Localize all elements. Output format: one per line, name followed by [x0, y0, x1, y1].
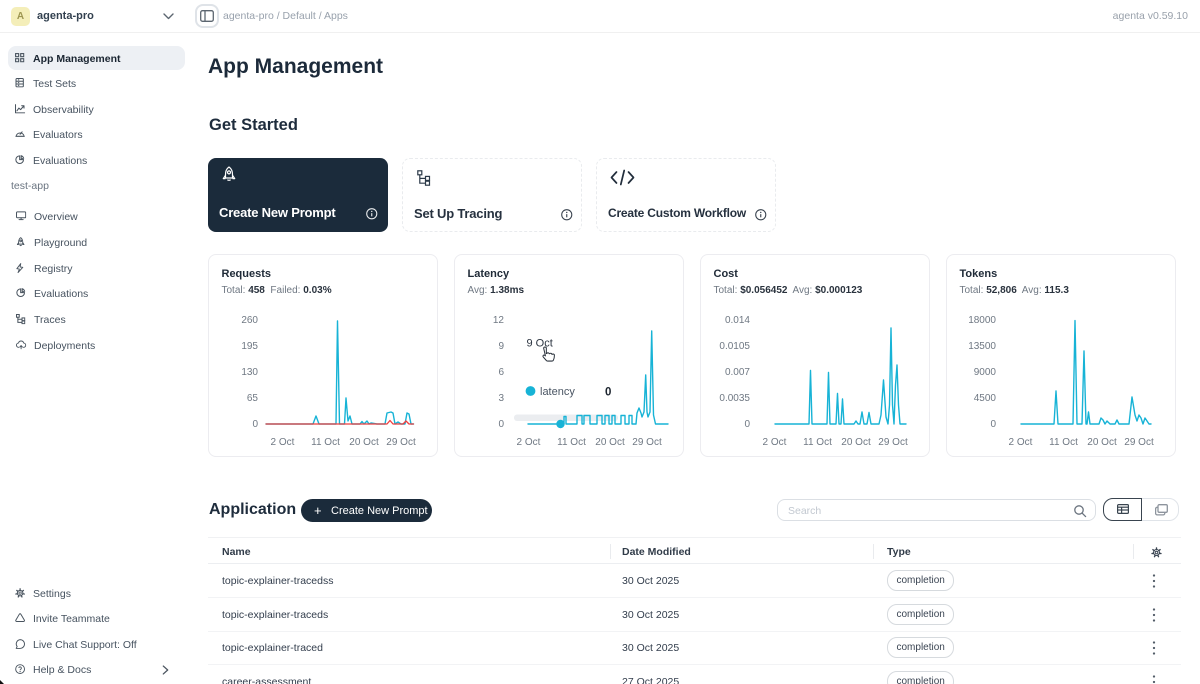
svg-text:2 Oct: 2 Oct: [763, 437, 787, 448]
svg-text:11 Oct: 11 Oct: [311, 437, 340, 448]
svg-text:0: 0: [605, 387, 611, 399]
svg-text:12: 12: [493, 315, 505, 326]
svg-text:20 Oct: 20 Oct: [1087, 437, 1117, 448]
svg-text:6: 6: [498, 367, 504, 378]
svg-text:latency: latency: [540, 386, 575, 398]
svg-text:0: 0: [252, 419, 258, 430]
svg-text:29 Oct: 29 Oct: [1124, 437, 1154, 448]
svg-text:9000: 9000: [974, 367, 997, 378]
svg-text:0.0035: 0.0035: [719, 393, 750, 404]
svg-text:0: 0: [744, 419, 750, 430]
svg-text:0.007: 0.007: [725, 367, 750, 378]
svg-text:2 Oct: 2 Oct: [517, 437, 541, 448]
svg-text:4500: 4500: [974, 393, 997, 404]
svg-text:2 Oct: 2 Oct: [1009, 437, 1033, 448]
svg-text:29 Oct: 29 Oct: [632, 437, 662, 448]
svg-text:130: 130: [241, 367, 258, 378]
svg-text:9 Oct: 9 Oct: [527, 338, 553, 350]
svg-text:9: 9: [498, 341, 504, 352]
svg-text:13500: 13500: [968, 341, 996, 352]
svg-text:0.014: 0.014: [725, 315, 750, 326]
svg-text:2 Oct: 2 Oct: [271, 437, 295, 448]
svg-text:20 Oct: 20 Oct: [349, 437, 379, 448]
svg-text:11 Oct: 11 Oct: [557, 437, 586, 448]
svg-text:20 Oct: 20 Oct: [841, 437, 871, 448]
svg-text:29 Oct: 29 Oct: [386, 437, 416, 448]
svg-text:18000: 18000: [968, 315, 996, 326]
svg-text:20 Oct: 20 Oct: [595, 437, 625, 448]
svg-text:11 Oct: 11 Oct: [1049, 437, 1078, 448]
svg-text:260: 260: [241, 315, 258, 326]
svg-text:65: 65: [247, 393, 259, 404]
svg-text:29 Oct: 29 Oct: [878, 437, 908, 448]
svg-text:3: 3: [498, 393, 504, 404]
svg-text:0.0105: 0.0105: [719, 341, 750, 352]
svg-text:0: 0: [498, 419, 504, 430]
svg-text:0: 0: [990, 419, 996, 430]
svg-text:195: 195: [241, 341, 258, 352]
svg-text:11 Oct: 11 Oct: [803, 437, 832, 448]
